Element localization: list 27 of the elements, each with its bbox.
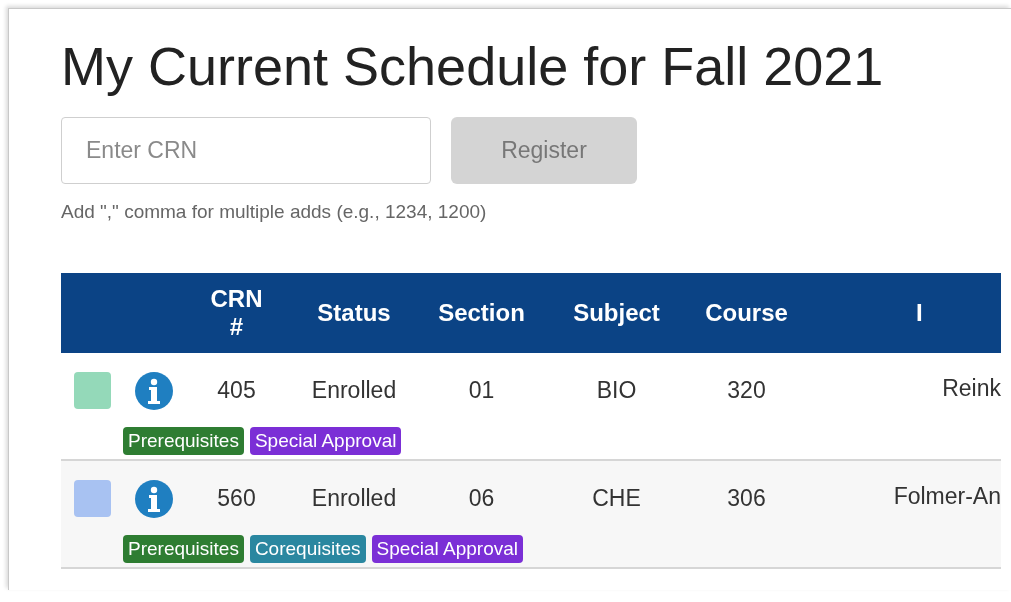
requirement-tag: Prerequisites bbox=[123, 534, 244, 563]
table-cell: BIO bbox=[596, 377, 637, 404]
crn-input-field[interactable]: Enter CRN bbox=[61, 117, 431, 184]
requirement-tag: Special Approval bbox=[249, 426, 402, 455]
table-cell: 560 bbox=[217, 485, 256, 512]
column-header: I bbox=[916, 298, 923, 326]
column-header: Course bbox=[705, 298, 788, 326]
column-header: Status bbox=[317, 298, 391, 326]
requirement-tag: Corequisites bbox=[249, 534, 366, 563]
requirement-tag: Prerequisites bbox=[123, 426, 244, 455]
table-cell-text: Reink bbox=[942, 373, 1001, 403]
table-cell: 306 bbox=[727, 485, 766, 512]
info-icon[interactable] bbox=[134, 370, 174, 411]
table-cell: 405 bbox=[217, 377, 256, 404]
column-header: CRN # bbox=[209, 284, 264, 341]
table-cell: Enrolled bbox=[311, 377, 397, 404]
table-cell: 01 bbox=[468, 377, 495, 404]
table-cell: 320 bbox=[727, 377, 766, 404]
requirement-tag: Special Approval bbox=[371, 534, 524, 563]
column-header: Subject bbox=[573, 298, 660, 326]
table-cell: Enrolled bbox=[311, 485, 397, 512]
hint-text: Add "," comma for multiple adds (e.g., 1234, 1200) bbox=[61, 200, 488, 224]
info-icon[interactable] bbox=[134, 478, 174, 519]
table-cell: CHE bbox=[592, 485, 641, 512]
table-cell: 06 bbox=[468, 485, 495, 512]
table-cell-text: Folmer-An bbox=[893, 481, 1001, 511]
column-header: Section bbox=[438, 298, 525, 326]
